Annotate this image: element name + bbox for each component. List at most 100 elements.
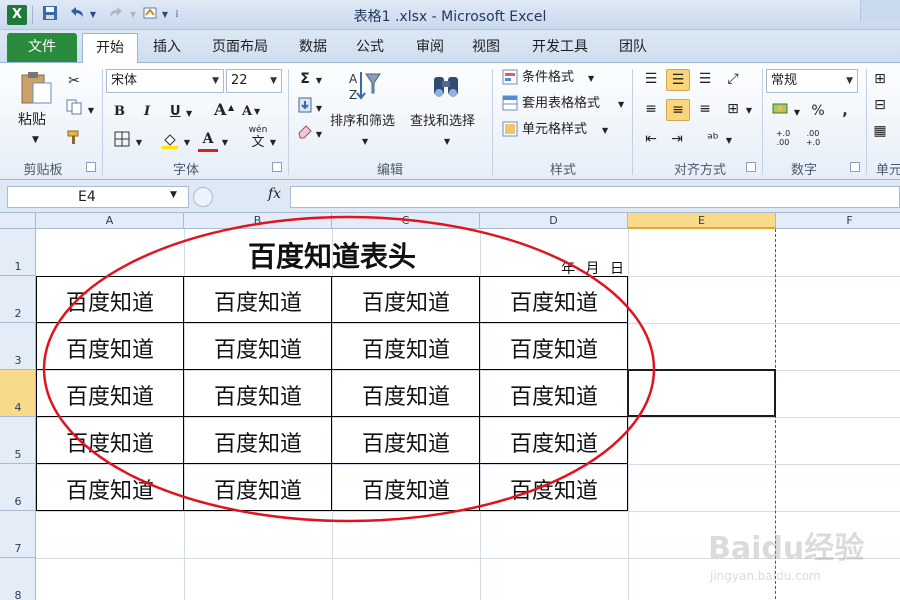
sort-filter-dropdown-icon[interactable]: ▼ xyxy=(362,133,368,151)
row-header-1[interactable]: 1 xyxy=(0,229,36,276)
cell-b6[interactable]: 百度知道 xyxy=(184,473,332,505)
tab-view[interactable]: 视图 xyxy=(462,33,510,63)
formula-input[interactable] xyxy=(290,186,900,208)
table-title-cell[interactable]: 百度知道表头 xyxy=(184,235,480,275)
copy-dropdown-icon[interactable]: ▼ xyxy=(86,101,96,121)
insert-function-icon[interactable]: fx xyxy=(268,186,281,202)
find-select-dropdown-icon[interactable]: ▼ xyxy=(444,133,450,151)
column-header-d[interactable]: D xyxy=(480,213,628,229)
column-header-b[interactable]: B xyxy=(184,213,332,229)
cell-style-icon[interactable] xyxy=(500,121,520,143)
cell-d5[interactable]: 百度知道 xyxy=(480,426,628,458)
row-header-8[interactable]: 8 xyxy=(0,558,36,600)
tab-home[interactable]: 开始 xyxy=(82,33,138,64)
underline-dropdown-icon[interactable]: ▼ xyxy=(186,105,192,123)
formula-bar-resize-handle[interactable] xyxy=(193,187,213,207)
grow-font-button[interactable]: A xyxy=(214,101,226,119)
merge-center-icon[interactable]: ⊞ xyxy=(722,99,744,119)
sort-filter-icon[interactable]: AZ xyxy=(344,69,384,111)
conditional-format-dropdown-icon[interactable]: ▼ xyxy=(588,70,594,88)
clipboard-launcher-icon[interactable] xyxy=(86,162,96,172)
italic-button[interactable]: I xyxy=(144,103,150,121)
autosum-dropdown-icon[interactable]: ▼ xyxy=(314,71,324,91)
percent-button[interactable]: % xyxy=(808,101,828,121)
table-format-button[interactable]: 套用表格格式 xyxy=(522,95,600,113)
cell-a2[interactable]: 百度知道 xyxy=(36,285,184,317)
find-select-icon[interactable] xyxy=(426,69,466,109)
cell-b3[interactable]: 百度知道 xyxy=(184,332,332,364)
column-header-e[interactable]: E xyxy=(628,213,776,229)
tab-formulas[interactable]: 公式 xyxy=(346,33,394,63)
text-direction-dropdown-icon[interactable]: ▼ xyxy=(724,131,734,151)
align-top-icon[interactable]: ☰ xyxy=(640,69,662,89)
table-format-dropdown-icon[interactable]: ▼ xyxy=(618,96,624,114)
row-header-5[interactable]: 5 xyxy=(0,417,36,464)
row-header-6[interactable]: 6 xyxy=(0,464,36,511)
insert-cells-icon[interactable]: ⊞ xyxy=(872,69,888,89)
date-cell[interactable]: 年 月 日 xyxy=(480,258,626,278)
cell-d2[interactable]: 百度知道 xyxy=(480,285,628,317)
cell-d4[interactable]: 百度知道 xyxy=(480,379,628,411)
merge-dropdown-icon[interactable]: ▼ xyxy=(744,101,754,121)
shrink-font-button[interactable]: A xyxy=(242,103,252,121)
decrease-indent-icon[interactable]: ⇤ xyxy=(640,129,662,149)
paste-icon[interactable] xyxy=(16,69,56,113)
decrease-decimal-button[interactable]: .00 +.0 xyxy=(800,129,826,147)
fill-dropdown-icon[interactable]: ▼ xyxy=(182,133,192,153)
tab-team[interactable]: 团队 xyxy=(610,33,656,63)
autosum-button[interactable]: Σ xyxy=(296,69,314,89)
tab-page-layout[interactable]: 页面布局 xyxy=(200,33,280,63)
column-header-f[interactable]: F xyxy=(776,213,900,229)
underline-button[interactable]: U xyxy=(170,103,181,121)
worksheet-grid[interactable]: A B C D E F 1 2 3 4 5 6 7 8 百度知道表头 年 月 日… xyxy=(0,213,900,600)
font-color-dropdown-icon[interactable]: ▼ xyxy=(220,133,230,153)
cell-b2[interactable]: 百度知道 xyxy=(184,285,332,317)
row-header-2[interactable]: 2 xyxy=(0,276,36,323)
borders-icon[interactable] xyxy=(112,131,132,153)
cell-a4[interactable]: 百度知道 xyxy=(36,379,184,411)
font-name-select[interactable]: 宋体 ▼ xyxy=(106,69,224,93)
cell-c2[interactable]: 百度知道 xyxy=(332,285,480,317)
name-box[interactable]: E4 xyxy=(7,186,189,208)
tab-data[interactable]: 数据 xyxy=(290,33,336,63)
align-middle-icon[interactable]: ☰ xyxy=(666,69,690,91)
tab-developer[interactable]: 开发工具 xyxy=(522,33,598,63)
table-format-icon[interactable] xyxy=(500,95,520,117)
align-center-icon[interactable]: ≡ xyxy=(666,99,690,121)
column-header-c[interactable]: C xyxy=(332,213,480,229)
active-cell-e4[interactable] xyxy=(627,369,776,417)
window-control-button[interactable] xyxy=(860,0,900,22)
select-all-button[interactable] xyxy=(0,213,36,229)
cell-d3[interactable]: 百度知道 xyxy=(480,332,628,364)
format-cells-icon[interactable]: ▦ xyxy=(872,121,888,141)
column-header-a[interactable]: A xyxy=(36,213,184,229)
delete-cells-icon[interactable]: ⊟ xyxy=(872,95,888,115)
chevron-down-icon[interactable]: ▼ xyxy=(170,190,177,200)
alignment-launcher-icon[interactable] xyxy=(746,162,756,172)
cell-d6[interactable]: 百度知道 xyxy=(480,473,628,505)
cell-a6[interactable]: 百度知道 xyxy=(36,473,184,505)
currency-icon[interactable] xyxy=(770,101,792,123)
cell-c4[interactable]: 百度知道 xyxy=(332,379,480,411)
cell-b4[interactable]: 百度知道 xyxy=(184,379,332,411)
cell-c3[interactable]: 百度知道 xyxy=(332,332,480,364)
phonetic-dropdown-icon[interactable]: ▼ xyxy=(268,133,278,153)
cell-b5[interactable]: 百度知道 xyxy=(184,426,332,458)
conditional-format-button[interactable]: 条件格式 xyxy=(522,69,574,87)
orientation-icon[interactable]: ⤢ xyxy=(722,69,744,89)
row-header-7[interactable]: 7 xyxy=(0,511,36,558)
cell-c5[interactable]: 百度知道 xyxy=(332,426,480,458)
font-color-button[interactable]: A xyxy=(198,129,218,152)
fill-down-icon[interactable] xyxy=(296,97,314,119)
number-format-select[interactable]: 常规 ▼ xyxy=(766,69,858,93)
format-painter-icon[interactable] xyxy=(64,129,84,151)
font-size-select[interactable]: 22 ▼ xyxy=(226,69,282,93)
cell-a3[interactable]: 百度知道 xyxy=(36,332,184,364)
sort-filter-label[interactable]: 排序和筛选 xyxy=(330,113,395,131)
font-launcher-icon[interactable] xyxy=(272,162,282,172)
fill-dropdown-icon[interactable]: ▼ xyxy=(314,99,324,119)
currency-dropdown-icon[interactable]: ▼ xyxy=(792,103,802,123)
increase-decimal-button[interactable]: +.0 .00 xyxy=(770,129,796,147)
conditional-format-icon[interactable] xyxy=(500,69,520,91)
row-header-4[interactable]: 4 xyxy=(0,370,36,417)
